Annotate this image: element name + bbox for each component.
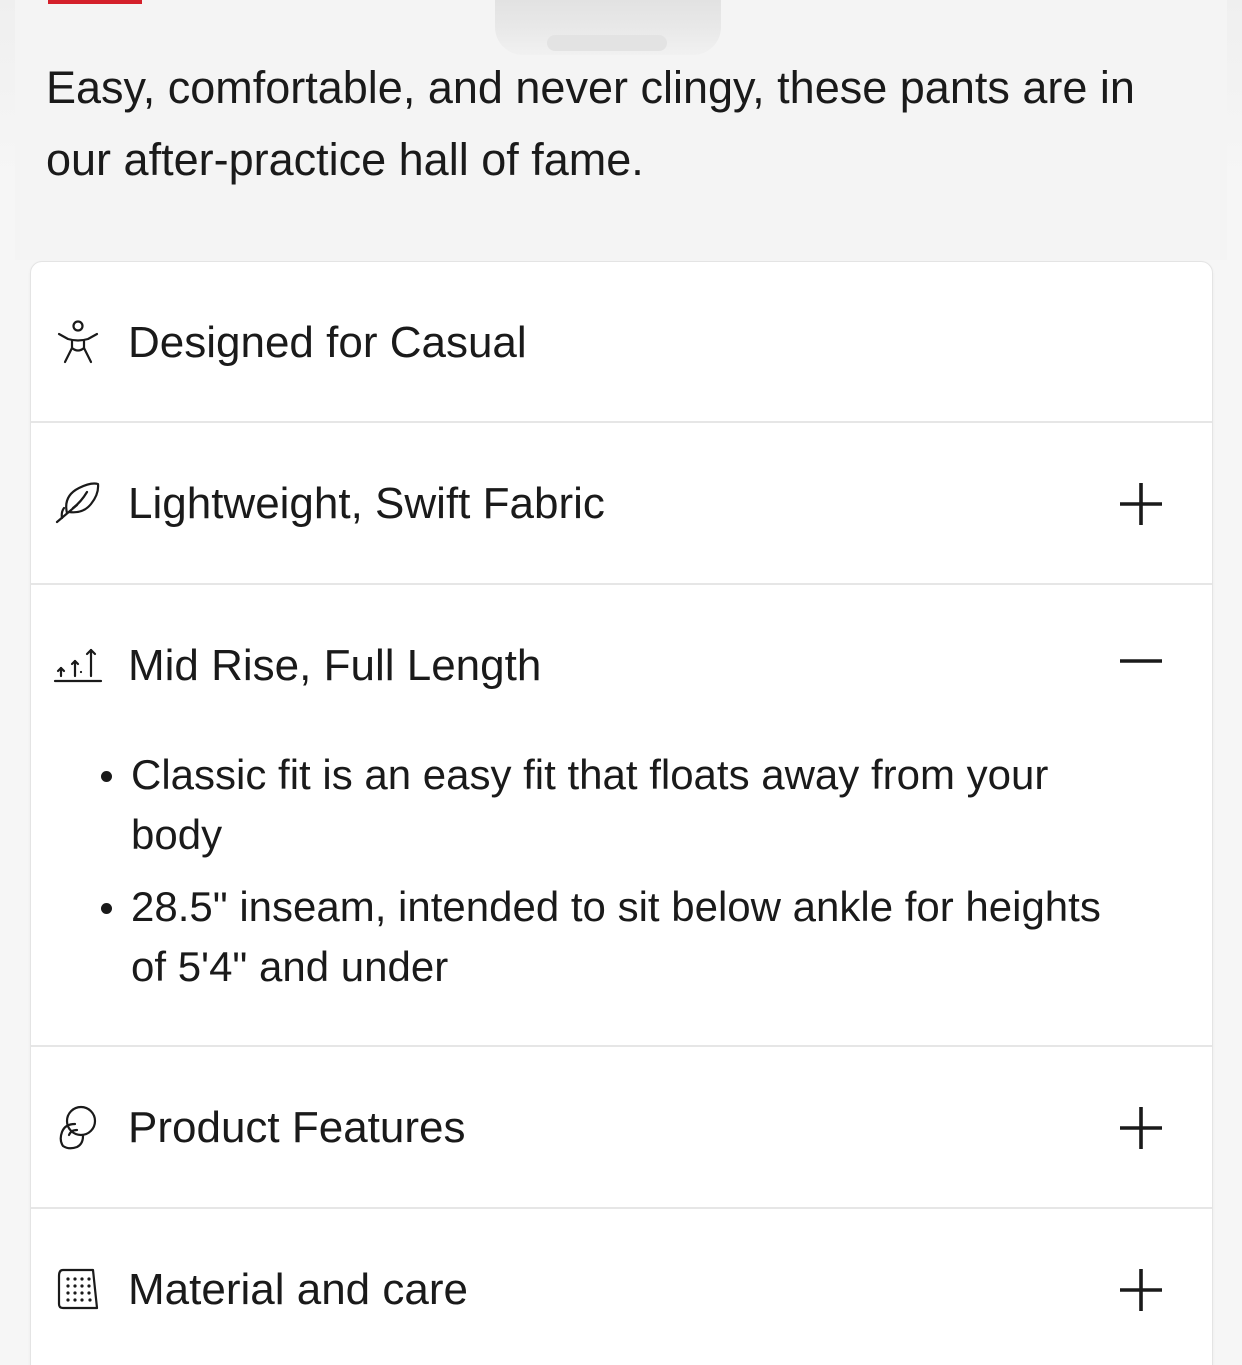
detail-row-label: Designed for Casual bbox=[128, 318, 527, 367]
product-details-accordion: Designed for Casual Lightweight, Swift F… bbox=[30, 261, 1213, 1365]
detail-row-header[interactable]: Material and care bbox=[31, 1209, 1212, 1365]
feather-icon bbox=[53, 478, 103, 528]
detail-row-designed-for: Designed for Casual bbox=[31, 262, 1212, 423]
detail-row-label: Mid Rise, Full Length bbox=[128, 641, 542, 690]
list-item: Classic fit is an easy fit that floats a… bbox=[101, 745, 1141, 865]
detail-row-header: Designed for Casual bbox=[31, 262, 1212, 422]
product-details-page: Easy, comfortable, and never clingy, the… bbox=[0, 0, 1242, 1365]
person-icon bbox=[53, 317, 103, 367]
detail-row-rise-length: Mid Rise, Full Length Classic fit is an … bbox=[31, 585, 1212, 1047]
detail-row-label: Product Features bbox=[128, 1103, 466, 1152]
product-image[interactable] bbox=[495, 0, 721, 55]
features-icon bbox=[53, 1102, 103, 1152]
detail-bullet-list: Classic fit is an easy fit that floats a… bbox=[101, 745, 1141, 1009]
detail-row-header[interactable]: Lightweight, Swift Fabric bbox=[31, 423, 1212, 583]
accent-bar bbox=[48, 0, 142, 4]
detail-row-header[interactable]: Product Features bbox=[31, 1047, 1212, 1207]
expand-plus-icon[interactable] bbox=[1118, 1105, 1164, 1151]
detail-row-material-care[interactable]: Material and care bbox=[31, 1209, 1212, 1365]
detail-row-header[interactable]: Mid Rise, Full Length bbox=[31, 585, 1212, 745]
list-item: 28.5" inseam, intended to sit below ankl… bbox=[101, 877, 1141, 997]
expand-plus-icon[interactable] bbox=[1118, 1267, 1164, 1313]
expand-plus-icon[interactable] bbox=[1118, 481, 1164, 527]
rise-arrows-icon bbox=[53, 640, 103, 690]
collapse-minus-icon[interactable] bbox=[1118, 643, 1164, 689]
product-description: Easy, comfortable, and never clingy, the… bbox=[46, 62, 1135, 185]
fabric-tag-icon bbox=[53, 1264, 103, 1314]
detail-row-label: Material and care bbox=[128, 1265, 468, 1314]
detail-row-label: Lightweight, Swift Fabric bbox=[128, 479, 605, 528]
detail-row-features[interactable]: Product Features bbox=[31, 1047, 1212, 1209]
detail-row-fabric[interactable]: Lightweight, Swift Fabric bbox=[31, 423, 1212, 585]
